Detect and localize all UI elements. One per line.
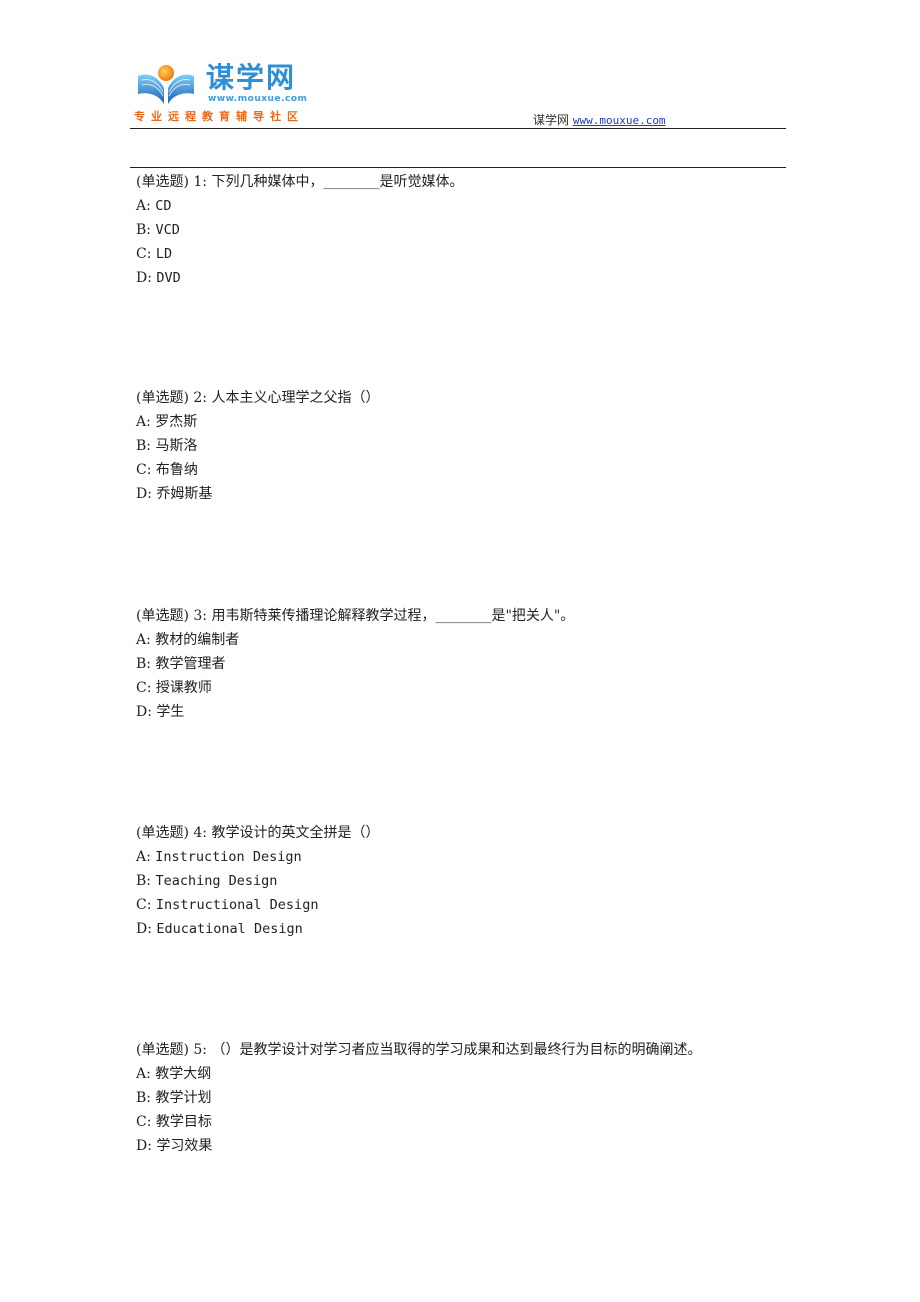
option-c: C: 授课教师 (136, 676, 574, 700)
question-text: 人本主义心理学之父指（） (211, 390, 380, 406)
option-text: 马斯洛 (155, 438, 198, 454)
option-key: B: (136, 1090, 152, 1106)
question-text: 下列几种媒体中，________是听觉媒体。 (211, 174, 464, 190)
header-divider (130, 128, 786, 129)
question-type: (单选题) (136, 1042, 189, 1058)
logo-url: www.mouxue.com (208, 94, 308, 104)
option-key: A: (136, 414, 151, 430)
logo-slogan: 专业远程教育辅导社区 (134, 110, 304, 123)
option-text: 教学管理者 (155, 656, 226, 672)
option-a: A: CD (136, 194, 463, 218)
option-a: A: Instruction Design (136, 845, 379, 869)
question-type: (单选题) (136, 608, 189, 624)
option-text: 教学计划 (155, 1090, 212, 1106)
option-a: A: 教学大纲 (136, 1062, 701, 1086)
option-b: B: VCD (136, 218, 463, 242)
option-d: D: 学生 (136, 700, 574, 724)
logo-title: 谋学网 (206, 61, 297, 94)
question-stem: (单选题) 2: 人本主义心理学之父指（） (136, 386, 379, 410)
option-text: 乔姆斯基 (156, 486, 213, 502)
question-number: 5: (193, 1042, 208, 1058)
option-key: A: (136, 632, 151, 648)
question-type: (单选题) (136, 390, 189, 406)
option-key: C: (136, 246, 152, 262)
question-3: (单选题) 3: 用韦斯特莱传播理论解释教学过程，________是"把关人"。… (136, 604, 574, 724)
question-4: (单选题) 4: 教学设计的英文全拼是（） A: Instruction Des… (136, 821, 379, 941)
option-text: 罗杰斯 (155, 414, 198, 430)
option-text: 授课教师 (155, 680, 212, 696)
question-stem: (单选题) 4: 教学设计的英文全拼是（） (136, 821, 379, 845)
option-c: C: Instructional Design (136, 893, 379, 917)
option-key: D: (136, 921, 152, 937)
option-text: Instruction Design (155, 849, 302, 865)
question-2: (单选题) 2: 人本主义心理学之父指（） A: 罗杰斯 B: 马斯洛 C: 布… (136, 386, 379, 506)
option-a: A: 罗杰斯 (136, 410, 379, 434)
option-key: A: (136, 849, 151, 865)
site-link[interactable]: www.mouxue.com (573, 114, 666, 127)
question-1: (单选题) 1: 下列几种媒体中，________是听觉媒体。 A: CD B:… (136, 170, 463, 290)
question-number: 1: (193, 174, 208, 190)
option-key: B: (136, 222, 152, 238)
question-number: 4: (193, 825, 208, 841)
option-b: B: Teaching Design (136, 869, 379, 893)
option-d: D: 乔姆斯基 (136, 482, 379, 506)
question-type: (单选题) (136, 825, 189, 841)
question-number: 3: (193, 608, 208, 624)
question-text: 教学设计的英文全拼是（） (211, 825, 380, 841)
option-key: D: (136, 704, 152, 720)
open-book-logo-icon (138, 65, 194, 104)
option-c: C: 教学目标 (136, 1110, 701, 1134)
option-key: A: (136, 198, 151, 214)
option-text: Educational Design (156, 921, 303, 937)
option-text: 学习效果 (156, 1138, 213, 1154)
content-divider (130, 167, 786, 168)
question-text: （）是教学设计对学习者应当取得的学习成果和达到最终行为目标的明确阐述。 (211, 1042, 702, 1058)
option-b: B: 马斯洛 (136, 434, 379, 458)
document-page: 谋学网 www.mouxue.com 专业远程教育辅导社区 谋学网 www.mo… (0, 0, 920, 1302)
option-text: LD (155, 246, 173, 262)
option-text: 教学大纲 (155, 1066, 212, 1082)
option-d: D: DVD (136, 266, 463, 290)
question-stem: (单选题) 5: （）是教学设计对学习者应当取得的学习成果和达到最终行为目标的明… (136, 1038, 701, 1062)
option-key: C: (136, 1114, 152, 1130)
option-key: C: (136, 897, 152, 913)
option-key: D: (136, 1138, 152, 1154)
question-text: 用韦斯特莱传播理论解释教学过程，________是"把关人"。 (211, 608, 575, 624)
question-5: (单选题) 5: （）是教学设计对学习者应当取得的学习成果和达到最终行为目标的明… (136, 1038, 701, 1158)
question-stem: (单选题) 3: 用韦斯特莱传播理论解释教学过程，________是"把关人"。 (136, 604, 574, 628)
option-text: Teaching Design (155, 873, 278, 889)
option-key: C: (136, 462, 152, 478)
option-b: B: 教学管理者 (136, 652, 574, 676)
option-c: C: LD (136, 242, 463, 266)
option-text: 布鲁纳 (155, 462, 198, 478)
option-text: Instructional Design (155, 897, 319, 913)
option-key: D: (136, 270, 152, 286)
option-key: B: (136, 873, 152, 889)
option-key: C: (136, 680, 152, 696)
option-d: D: Educational Design (136, 917, 379, 941)
option-a: A: 教材的编制者 (136, 628, 574, 652)
option-text: 教材的编制者 (155, 632, 240, 648)
option-text: 学生 (156, 704, 185, 720)
option-d: D: 学习效果 (136, 1134, 701, 1158)
option-c: C: 布鲁纳 (136, 458, 379, 482)
site-logo[interactable]: 谋学网 www.mouxue.com 专业远程教育辅导社区 (134, 62, 314, 124)
question-stem: (单选题) 1: 下列几种媒体中，________是听觉媒体。 (136, 170, 463, 194)
site-reference: 谋学网 www.mouxue.com (533, 111, 666, 128)
question-type: (单选题) (136, 174, 189, 190)
option-key: A: (136, 1066, 151, 1082)
option-text: DVD (156, 270, 181, 286)
option-key: B: (136, 656, 152, 672)
option-key: D: (136, 486, 152, 502)
option-text: 教学目标 (155, 1114, 212, 1130)
option-b: B: 教学计划 (136, 1086, 701, 1110)
option-text: CD (155, 198, 172, 214)
question-number: 2: (193, 390, 208, 406)
option-text: VCD (155, 222, 180, 238)
site-name: 谋学网 (533, 113, 570, 127)
option-key: B: (136, 438, 152, 454)
